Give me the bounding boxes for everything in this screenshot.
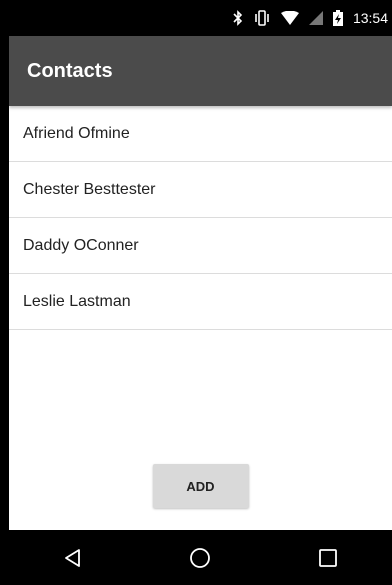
contact-name: Leslie Lastman xyxy=(23,292,131,310)
battery-icon xyxy=(332,8,343,28)
signal-icon xyxy=(308,8,323,28)
list-item[interactable]: Afriend Ofmine xyxy=(9,106,392,162)
contact-name: Chester Besttester xyxy=(23,180,156,198)
app-bar: Contacts xyxy=(9,36,392,106)
add-button[interactable]: ADD xyxy=(152,464,249,508)
back-icon[interactable] xyxy=(43,530,103,585)
phone-screen: 13:54 Contacts Afriend Ofmine Chester Be… xyxy=(0,0,392,585)
contacts-list: Afriend Ofmine Chester Besttester Daddy … xyxy=(9,106,392,330)
bluetooth-icon xyxy=(233,8,243,28)
wifi-icon xyxy=(280,8,299,28)
recents-icon[interactable] xyxy=(298,530,358,585)
list-item[interactable]: Daddy OConner xyxy=(9,218,392,274)
status-bar: 13:54 xyxy=(9,0,392,36)
status-time: 13:54 xyxy=(352,10,388,26)
list-item[interactable]: Leslie Lastman xyxy=(9,274,392,330)
page-title: Contacts xyxy=(27,59,113,82)
contact-name: Afriend Ofmine xyxy=(23,124,130,142)
vibrate-icon xyxy=(253,8,271,28)
contact-name: Daddy OConner xyxy=(23,236,139,254)
add-button-container: ADD xyxy=(9,464,392,508)
home-icon[interactable] xyxy=(170,530,230,585)
nav-bar xyxy=(9,530,392,585)
list-item[interactable]: Chester Besttester xyxy=(9,162,392,218)
